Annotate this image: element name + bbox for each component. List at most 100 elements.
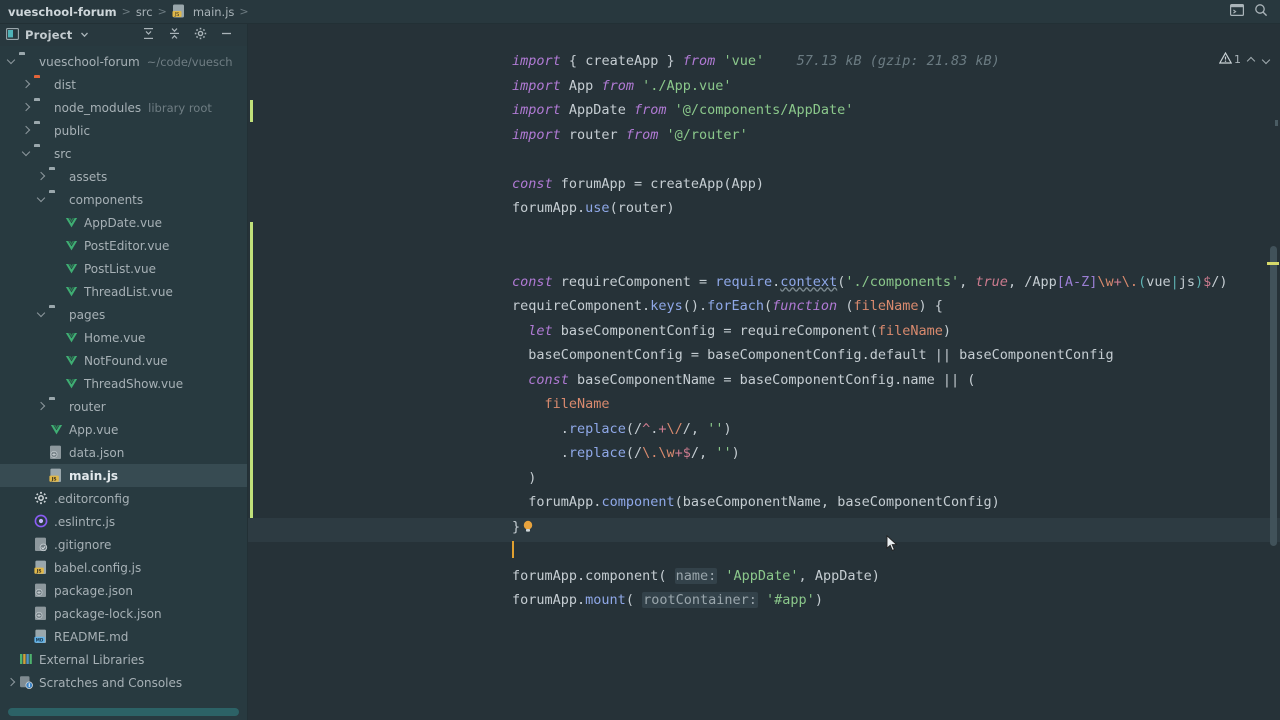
folder-icon: [34, 100, 49, 115]
tree-item-readme-md[interactable]: MD README.md: [0, 625, 247, 648]
tree-item-label: AppDate.vue: [84, 215, 163, 230]
settings-gear-icon[interactable]: [194, 27, 207, 43]
tree-item-public[interactable]: public: [0, 119, 247, 142]
tree-item-label: router: [69, 399, 106, 414]
breadcrumb-item-file[interactable]: main.js: [193, 5, 235, 19]
scrollbar-warning-marker[interactable]: [1267, 262, 1279, 265]
vue-file-icon: [64, 376, 79, 391]
chevron-down-icon[interactable]: [36, 194, 47, 205]
tree-item-babel-config-js[interactable]: JS babel.config.js: [0, 556, 247, 579]
search-icon[interactable]: [1254, 3, 1268, 20]
inspection-widget[interactable]: 1: [1216, 50, 1274, 68]
code-line-10: const requireComponent = require.context…: [512, 273, 1228, 290]
tree-item-label: .editorconfig: [54, 491, 130, 506]
svg-text:MD: MD: [36, 638, 44, 643]
tree-item-pages[interactable]: pages: [0, 303, 247, 326]
tree-item-label: package-lock.json: [54, 606, 162, 621]
tree-item-home-vue[interactable]: Home.vue: [0, 326, 247, 349]
terminal-window-icon[interactable]: [1230, 4, 1245, 19]
md-file-icon: MD: [34, 629, 49, 644]
chevron-down-icon[interactable]: [1262, 55, 1271, 64]
code-line-2: import App from './App.vue': [512, 77, 732, 94]
tree-item-postlist-vue[interactable]: PostList.vue: [0, 257, 247, 280]
tree-item-label: PostList.vue: [84, 261, 156, 276]
chevron-down-icon[interactable]: [21, 148, 32, 159]
tree-item-label: External Libraries: [39, 652, 145, 667]
chevron-down-icon[interactable]: [36, 309, 47, 320]
chevron-down-icon[interactable]: [6, 56, 17, 67]
tree-item-components[interactable]: components: [0, 188, 247, 211]
chevron-right-icon[interactable]: [36, 171, 47, 182]
tree-item-package-lock-json[interactable]: package-lock.json: [0, 602, 247, 625]
project-panel-header: Project: [0, 24, 247, 46]
tree-item-label: pages: [69, 307, 106, 322]
main-split: Project vueschool-forum ~/code/vuesch di…: [0, 24, 1280, 720]
chevron-right-icon[interactable]: [36, 401, 47, 412]
tree-item-label: dist: [54, 77, 76, 92]
code-line-18: ): [528, 469, 537, 486]
editor-vertical-scrollbar[interactable]: [1270, 246, 1277, 546]
chevron-right-icon[interactable]: [6, 677, 17, 688]
breadcrumb-item-src[interactable]: src: [136, 5, 153, 19]
warning-badge[interactable]: 1: [1218, 51, 1241, 67]
folder-icon: [34, 77, 49, 92]
tree-item-gitignore[interactable]: .gitignore: [0, 533, 247, 556]
code-line-13: baseComponentConfig = baseComponentConfi…: [528, 347, 1114, 363]
sidebar-horizontal-scrollbar[interactable]: [8, 708, 239, 716]
code-line-19: forumApp.component(baseComponentName, ba…: [528, 494, 1000, 510]
tree-item-notfound-vue[interactable]: NotFound.vue: [0, 349, 247, 372]
chevron-down-icon[interactable]: [80, 28, 89, 42]
tree-item-eslintrc-js[interactable]: .eslintrc.js: [0, 510, 247, 533]
tree-item-label: babel.config.js: [54, 560, 142, 575]
code-line-7: forumApp.use(router): [512, 200, 675, 216]
json-file-icon: [34, 606, 49, 621]
tree-item-appdate-vue[interactable]: AppDate.vue: [0, 211, 247, 234]
code-line-14: const baseComponentName = baseComponentC…: [528, 371, 976, 388]
code-line-22: forumApp.component( name: 'AppDate', App…: [512, 567, 880, 584]
tree-item-app-vue[interactable]: App.vue: [0, 418, 247, 441]
chevron-right-icon[interactable]: [21, 125, 32, 136]
tree-item-posteditor-vue[interactable]: PostEditor.vue: [0, 234, 247, 257]
tree-item-editorconfig[interactable]: .editorconfig: [0, 487, 247, 510]
topbar-actions: [1230, 3, 1272, 20]
tree-item-data-json[interactable]: data.json: [0, 441, 247, 464]
js-file-icon: JS: [34, 560, 49, 575]
tree-item-src[interactable]: src: [0, 142, 247, 165]
tree-item-assets[interactable]: assets: [0, 165, 247, 188]
chevron-up-icon[interactable]: [1247, 55, 1256, 64]
expand-all-icon[interactable]: [142, 27, 155, 43]
code-editor[interactable]: import { createApp } from 'vue' 57.13 kB…: [248, 24, 1280, 720]
project-panel-title: Project: [25, 28, 73, 42]
code-line-15: fileName: [544, 396, 610, 412]
tree-item-hint: library root: [148, 100, 212, 115]
eslint-file-icon: [34, 514, 49, 529]
chevron-right-icon[interactable]: [21, 102, 32, 113]
tree-item-main-js[interactable]: JS main.js: [0, 464, 247, 487]
project-tree[interactable]: vueschool-forum ~/code/vuesch dist node_mod…: [0, 46, 247, 720]
chevron-right-icon[interactable]: [21, 79, 32, 90]
tree-item-threadlist-vue[interactable]: ThreadList.vue: [0, 280, 247, 303]
tree-item-vueschool-forum[interactable]: vueschool-forum ~/code/vuesch: [0, 50, 247, 73]
folder-icon: [49, 192, 64, 207]
tree-item-scratches-and-consoles[interactable]: i Scratches and Consoles: [0, 671, 247, 694]
tree-item-router[interactable]: router: [0, 395, 247, 418]
folder-icon: [49, 399, 64, 414]
tree-item-dist[interactable]: dist: [0, 73, 247, 96]
tree-item-package-json[interactable]: package.json: [0, 579, 247, 602]
breadcrumb-bar: vueschool-forum > src > JS main.js >: [0, 0, 1280, 24]
collapse-all-icon[interactable]: [168, 27, 181, 43]
hide-panel-icon[interactable]: [220, 27, 233, 43]
code-content[interactable]: import { createApp } from 'vue' 57.13 kB…: [248, 24, 1280, 720]
tree-item-external-libraries[interactable]: External Libraries: [0, 648, 247, 671]
tree-item-label: README.md: [54, 629, 129, 644]
tree-item-threadshow-vue[interactable]: ThreadShow.vue: [0, 372, 247, 395]
folder-icon: [19, 54, 34, 69]
breadcrumb-item-project[interactable]: vueschool-forum: [8, 5, 117, 19]
tree-item-node-modules[interactable]: node_modules library root: [0, 96, 247, 119]
